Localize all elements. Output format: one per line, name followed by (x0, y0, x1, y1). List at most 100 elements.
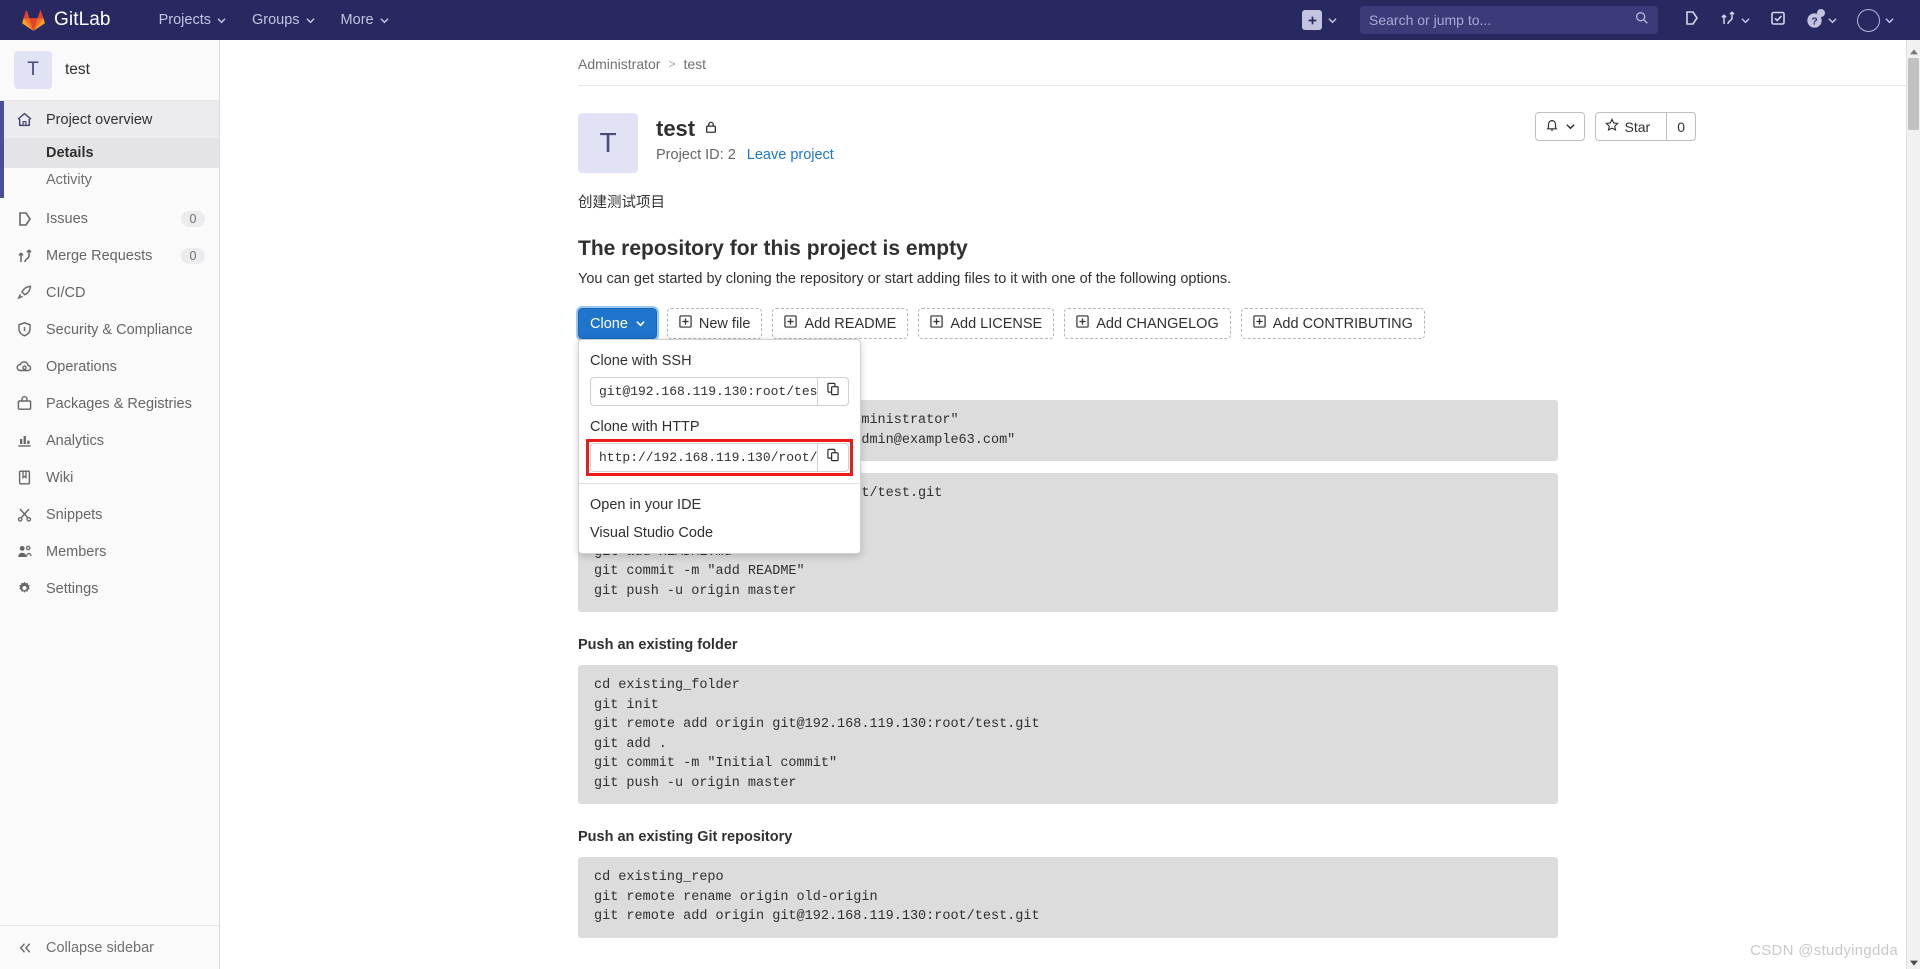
chevron-down-icon (1885, 16, 1894, 25)
clone-http-input[interactable]: http://192.168.119.130/root/tes (590, 443, 817, 472)
sidebar-item-label: Settings (46, 580, 99, 597)
merge-request-icon (1720, 10, 1736, 31)
sidebar-item-members[interactable]: Members (0, 533, 219, 570)
breadcrumb-project[interactable]: test (683, 56, 706, 72)
sidebar-item-wiki[interactable]: Wiki (0, 459, 219, 496)
project-id-label: Project ID: 2 (656, 147, 736, 163)
package-icon (16, 395, 33, 412)
plus-square-icon (1253, 315, 1266, 332)
collapse-sidebar-button[interactable]: Collapse sidebar (0, 925, 219, 969)
sidebar-project-avatar: T (14, 51, 52, 89)
notification-dot (1817, 8, 1825, 17)
users-icon (16, 543, 33, 560)
copy-http-url-button[interactable] (817, 443, 849, 472)
breadcrumb: Administrator > test (578, 40, 1918, 86)
merge-requests-shortcut-button[interactable] (1712, 4, 1758, 37)
star-button-left: Star (1596, 113, 1660, 140)
scroll-up-arrow-icon[interactable] (1909, 44, 1919, 55)
plus-square-icon (679, 315, 692, 332)
add-license-button[interactable]: Add LICENSE (918, 308, 1055, 339)
nav-right-cluster: Search or jump to... ? (1295, 3, 1920, 38)
chevron-down-icon (305, 16, 315, 25)
sidebar-project-header[interactable]: T test (0, 40, 219, 101)
empty-repo-subtitle: You can get started by cloning the repos… (578, 271, 1232, 287)
user-menu-button[interactable] (1849, 3, 1902, 38)
scissors-icon (16, 506, 33, 523)
push-existing-folder-title: Push an existing folder (578, 637, 738, 653)
sidebar-item-analytics[interactable]: Analytics (0, 422, 219, 459)
push-existing-repo-title: Push an existing Git repository (578, 829, 793, 845)
sidebar-item-activity[interactable]: Activity (0, 168, 219, 198)
clone-http-label: Clone with HTTP (590, 419, 700, 435)
sidebar-item-issues[interactable]: Issues 0 (0, 200, 219, 237)
sidebar-item-details[interactable]: Details (0, 138, 219, 168)
sidebar-item-label: Security & Compliance (46, 321, 193, 338)
nav-groups[interactable]: Groups (242, 4, 325, 36)
main-content: Administrator > test T test Project ID: (220, 40, 1920, 969)
project-meta: Project ID: 2 Leave project (656, 147, 834, 163)
nav-projects[interactable]: Projects (149, 4, 236, 36)
star-button[interactable]: Star 0 (1594, 112, 1696, 141)
sidebar-item-label: Members (46, 543, 107, 560)
sidebar-item-packages-registries[interactable]: Packages & Registries (0, 385, 219, 422)
new-dropdown-button[interactable] (1295, 5, 1344, 35)
scrollbar-thumb[interactable] (1908, 58, 1919, 130)
nav-projects-label: Projects (158, 12, 211, 28)
star-icon (1604, 118, 1619, 135)
gear-icon (16, 580, 33, 597)
search-input[interactable]: Search or jump to... (1360, 6, 1658, 34)
star-label: Star (1624, 118, 1651, 135)
help-menu-button[interactable]: ? (1798, 6, 1845, 35)
add-readme-button[interactable]: Add README (772, 308, 909, 339)
plus-square-icon (784, 315, 798, 332)
leave-project-link[interactable]: Leave project (747, 147, 834, 163)
ide-option-vscode[interactable]: Visual Studio Code (579, 518, 860, 553)
brand-name: GitLab (54, 9, 111, 30)
sidebar-nav-group: Issues 0 Merge Requests 0 CI/CD Security… (0, 198, 219, 607)
gitlab-logo-link[interactable]: GitLab (0, 9, 111, 31)
project-sidebar: T test Project overview Details Activity (0, 40, 220, 969)
sidebar-item-ci-cd[interactable]: CI/CD (0, 274, 219, 311)
project-title-row: test (656, 116, 834, 142)
clone-button[interactable]: Clone (576, 306, 659, 341)
sidebar-item-project-overview[interactable]: Project overview (0, 101, 219, 138)
sidebar-item-label: Packages & Registries (46, 395, 192, 412)
sidebar-item-snippets[interactable]: Snippets (0, 496, 219, 533)
shield-icon (16, 321, 33, 338)
nav-groups-label: Groups (251, 12, 300, 28)
button-label: Add README (804, 315, 897, 332)
breadcrumb-owner[interactable]: Administrator (578, 56, 660, 72)
sidebar-item-security-compliance[interactable]: Security & Compliance (0, 311, 219, 348)
sidebar-item-label: Project overview (46, 111, 153, 128)
clipboard-icon (826, 382, 840, 401)
sidebar-item-settings[interactable]: Settings (0, 570, 219, 607)
page-scrollbar[interactable] (1906, 40, 1920, 969)
issues-shortcut-button[interactable] (1676, 4, 1708, 37)
issues-icon (16, 210, 33, 227)
add-contributing-button[interactable]: Add CONTRIBUTING (1240, 308, 1425, 339)
sidebar-item-operations[interactable]: Operations (0, 348, 219, 385)
nav-more-label: More (340, 12, 374, 28)
open-in-ide-label: Open in your IDE (590, 497, 702, 513)
nav-more[interactable]: More (331, 4, 399, 36)
sidebar-item-label: Analytics (46, 432, 105, 449)
search-icon (1635, 11, 1649, 30)
clone-ssh-row: git@192.168.119.130:root/test.g (590, 377, 849, 406)
scroll-down-arrow-icon[interactable] (1909, 955, 1919, 966)
search-placeholder: Search or jump to... (1369, 12, 1492, 28)
copy-ssh-url-button[interactable] (817, 377, 849, 406)
sidebar-item-merge-requests[interactable]: Merge Requests 0 (0, 237, 219, 274)
button-label: Add CONTRIBUTING (1272, 315, 1413, 332)
repo-action-row: Clone New file Add README Add LICENSE Ad… (576, 306, 1918, 554)
todos-shortcut-button[interactable] (1762, 4, 1794, 37)
clone-http-row: http://192.168.119.130/root/tes (586, 439, 853, 476)
sidebar-item-label: CI/CD (46, 284, 86, 301)
add-changelog-button[interactable]: Add CHANGELOG (1064, 308, 1231, 339)
button-label: Add LICENSE (950, 315, 1043, 332)
clone-ssh-input[interactable]: git@192.168.119.130:root/test.g (590, 377, 817, 406)
issues-icon (1684, 10, 1700, 31)
notification-dropdown-button[interactable] (1534, 112, 1585, 141)
merge-request-icon (16, 247, 33, 264)
new-file-button[interactable]: New file (666, 308, 763, 339)
sidebar-project-name: test (65, 61, 90, 78)
